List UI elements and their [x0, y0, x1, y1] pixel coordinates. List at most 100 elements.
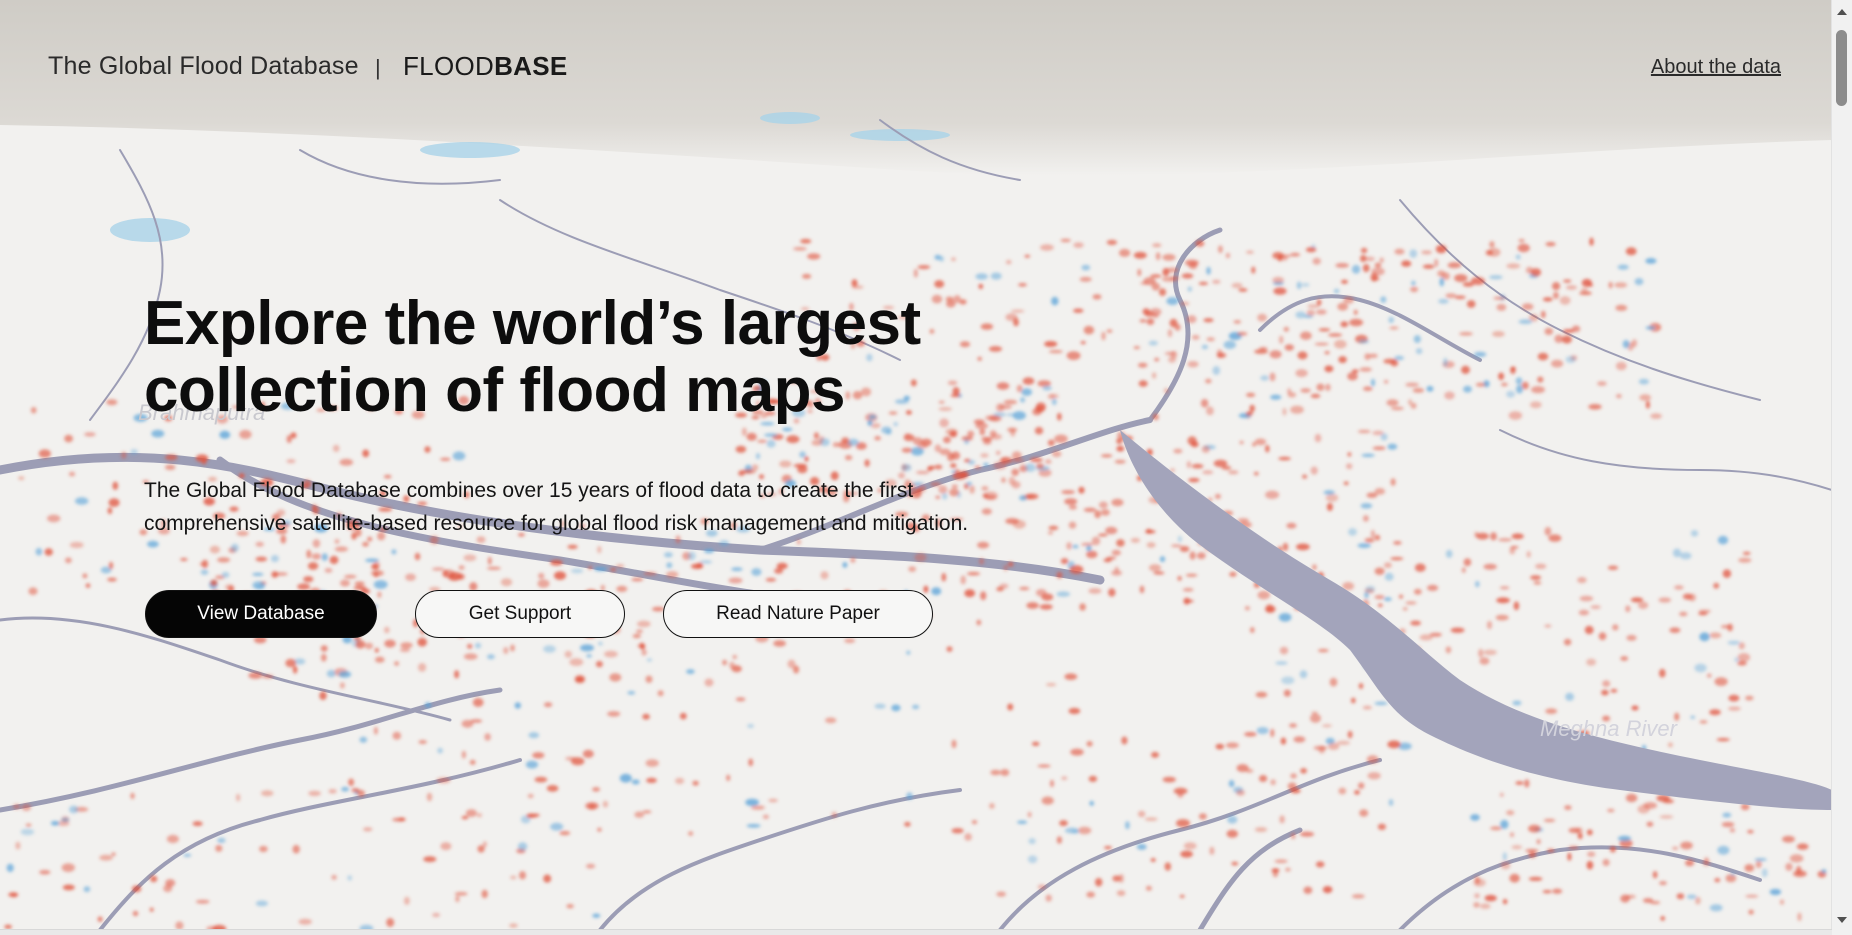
flood-pixel — [1738, 557, 1752, 563]
flood-pixel — [604, 650, 618, 658]
flood-pixel — [1530, 401, 1542, 409]
flood-pixel — [1280, 737, 1287, 745]
flood-pixel — [1476, 532, 1489, 540]
flood-pixel — [1374, 262, 1382, 268]
flood-pixel — [384, 639, 396, 648]
flood-pixel — [913, 268, 918, 278]
flood-pixel — [751, 464, 759, 471]
flood-pixel — [1362, 264, 1370, 273]
flood-pixel — [362, 449, 370, 458]
flood-pixel — [1489, 241, 1495, 248]
flood-pixel — [1426, 385, 1434, 392]
flood-pixel — [917, 442, 928, 449]
flood-pixel — [1561, 335, 1572, 344]
flood-pixel — [1716, 738, 1730, 742]
flood-pixel — [1079, 276, 1092, 282]
flood-pixel — [514, 702, 521, 709]
flood-pixel — [1225, 252, 1231, 259]
flood-pixel — [927, 466, 933, 471]
flood-pixel — [1047, 439, 1055, 446]
read-nature-paper-button[interactable]: Read Nature Paper — [663, 590, 933, 638]
flood-pixel — [39, 870, 51, 875]
flood-pixel — [1152, 413, 1159, 421]
flood-pixel — [375, 656, 385, 663]
get-support-button[interactable]: Get Support — [415, 590, 625, 638]
flood-pixel — [597, 545, 602, 554]
flood-pixel — [543, 645, 556, 653]
flood-pixel — [864, 459, 870, 467]
flood-pixel — [331, 874, 337, 880]
map-canvas[interactable]: Brahmaputra Meghna River — [0, 0, 1832, 930]
flood-pixel — [1322, 724, 1332, 728]
flood-pixel — [564, 650, 572, 658]
flood-pixel — [732, 654, 737, 660]
flood-pixel — [1358, 683, 1364, 689]
flood-pixel — [1383, 597, 1392, 602]
flood-pixel — [1269, 372, 1276, 382]
flood-pixel — [1445, 293, 1457, 299]
flood-pixel — [1246, 392, 1256, 398]
flood-pixel — [1118, 873, 1124, 883]
flood-pixel — [1166, 267, 1179, 273]
flood-pixel — [580, 644, 594, 652]
flood-pixel — [463, 554, 477, 562]
flood-pixel — [941, 572, 947, 582]
flood-pixel — [800, 238, 812, 244]
flood-pixel — [519, 871, 526, 880]
flood-map-background[interactable]: Brahmaputra Meghna River — [0, 0, 1832, 930]
flood-pixel — [30, 407, 37, 414]
flood-pixel — [1359, 809, 1369, 817]
flood-pixel — [1125, 821, 1130, 830]
flood-pixel — [1201, 344, 1209, 350]
flood-pixel — [1518, 239, 1525, 243]
flood-pixel — [332, 444, 340, 452]
flood-pixel — [571, 568, 584, 574]
flood-pixel — [686, 669, 695, 674]
flood-pixel — [62, 884, 75, 891]
flood-pixel — [946, 646, 953, 652]
flood-pixel — [215, 844, 223, 852]
flood-pixel — [484, 733, 491, 741]
flood-pixel — [248, 672, 263, 679]
flood-pixel — [1183, 842, 1197, 850]
flood-pixel — [1190, 441, 1199, 448]
flood-pixel — [1694, 663, 1707, 673]
flood-pixel — [1136, 843, 1147, 850]
flood-pixel — [544, 702, 553, 708]
scroll-up-icon[interactable] — [1837, 9, 1847, 15]
flood-pixel — [1349, 318, 1364, 327]
flood-pixel — [1525, 849, 1539, 853]
site-title[interactable]: The Global Flood Database — [48, 52, 359, 81]
flood-pixel — [1328, 333, 1343, 337]
flood-pixel — [796, 539, 802, 545]
flood-pixel — [455, 895, 460, 903]
flood-pixel — [1265, 603, 1274, 613]
floodbase-logo[interactable]: FLOODBASE — [403, 51, 568, 82]
flood-pixel — [1717, 535, 1729, 545]
flood-pixel — [365, 558, 379, 563]
flood-pixel — [1040, 244, 1054, 251]
flood-pixel — [252, 572, 264, 577]
scroll-thumb[interactable] — [1836, 30, 1847, 106]
about-data-link[interactable]: About the data — [1651, 56, 1781, 79]
flood-pixel — [1535, 563, 1547, 569]
flood-pixel — [951, 828, 964, 834]
flood-pixel — [1139, 319, 1147, 323]
brand-bold: BASE — [494, 51, 568, 81]
flood-pixel — [675, 777, 685, 785]
flood-pixel — [1086, 545, 1092, 552]
flood-pixel — [1206, 406, 1214, 416]
vertical-scrollbar[interactable] — [1831, 0, 1852, 935]
scroll-down-icon[interactable] — [1837, 917, 1847, 923]
flood-pixel — [1312, 257, 1321, 265]
flood-pixel — [457, 573, 465, 580]
flood-pixel — [1191, 463, 1204, 469]
view-database-button[interactable]: View Database — [145, 590, 377, 638]
flood-pixel — [1412, 388, 1425, 393]
flood-pixel — [934, 464, 943, 470]
flood-pixel — [1498, 538, 1512, 542]
flood-pixel — [917, 265, 931, 270]
flood-pixel — [1729, 827, 1736, 833]
flood-pixel — [1318, 328, 1331, 332]
flood-pixel — [1553, 291, 1559, 299]
